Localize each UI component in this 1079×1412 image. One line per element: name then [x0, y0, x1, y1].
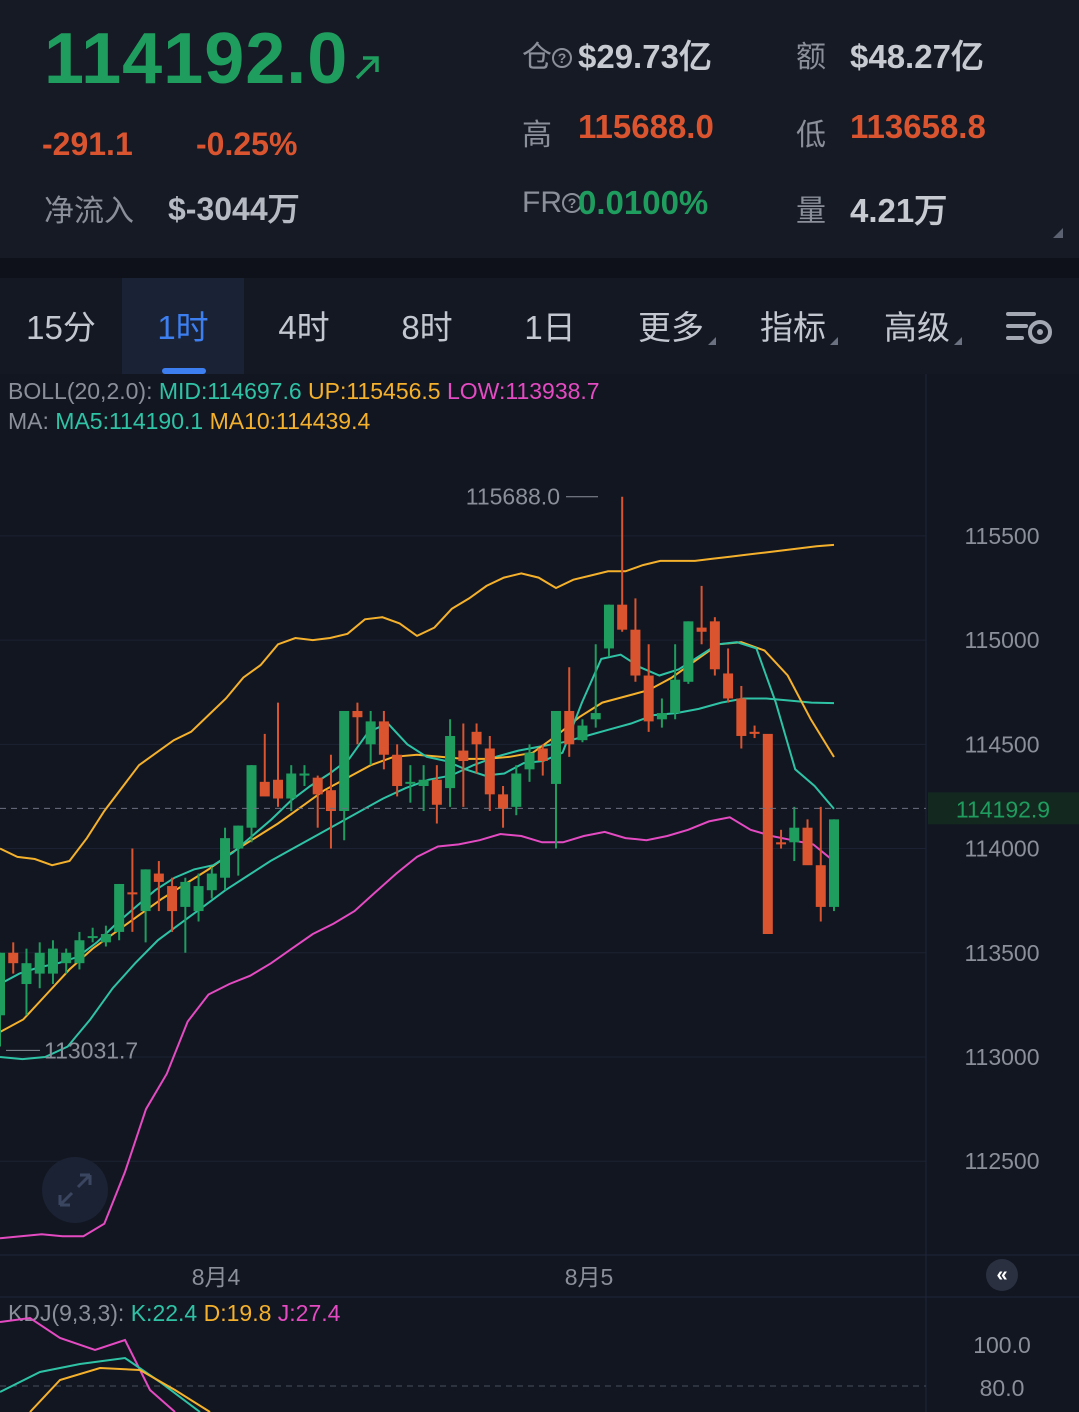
tab-8h[interactable]: 8时 — [364, 278, 490, 374]
divider — [0, 258, 1079, 278]
fullscreen-button[interactable] — [42, 1157, 108, 1223]
low-label: 低 — [796, 119, 826, 152]
volume-value: 4.21万 — [850, 192, 948, 229]
last-price: 114192.0 — [44, 19, 349, 99]
open-interest-value: $29.73亿 — [578, 38, 712, 75]
tab-1h[interactable]: 1时 — [122, 278, 244, 374]
tab-1d[interactable]: 1日 — [490, 278, 610, 374]
dropdown-caret-icon — [708, 337, 716, 345]
high-value: 115688.0 — [578, 108, 714, 145]
ticker-header: 114192.0 -291.1 -0.25% 净流入 $-3044万 仓? $2… — [0, 0, 1079, 258]
expand-icon — [58, 1173, 92, 1207]
boll-legend: BOLL(20,2.0): MID:114697.6 UP:115456.5 L… — [8, 378, 600, 404]
dropdown-caret-icon — [954, 337, 962, 345]
volume-label: 量 — [796, 195, 826, 228]
funding-rate-value: 0.0100% — [578, 184, 709, 221]
tab-advanced[interactable]: 高级 — [864, 278, 982, 374]
turnover-label: 额 — [796, 41, 826, 74]
chart-settings-icon[interactable] — [1004, 306, 1054, 348]
tab-more[interactable]: 更多 — [618, 278, 736, 374]
kdj-legend: KDJ(9,3,3): K:22.4 D:19.8 J:27.4 — [8, 1300, 341, 1326]
ma-legend: MA: MA5:114190.1 MA10:114439.4 — [8, 408, 371, 434]
open-interest-label[interactable]: 仓? — [522, 32, 572, 76]
interval-tabs: 15分 1时 4时 8时 1日 更多 指标 高级 — [0, 278, 1079, 374]
price-chart[interactable]: BOLL(20,2.0): MID:114697.6 UP:115456.5 L… — [0, 374, 1079, 1412]
price-change: -291.1 — [42, 126, 133, 162]
low-value: 113658.8 — [850, 108, 986, 145]
tab-indicators[interactable]: 指标 — [740, 278, 858, 374]
net-inflow-label: 净流入 — [44, 195, 134, 228]
up-arrow-icon — [355, 56, 379, 80]
scroll-to-latest-button[interactable]: « — [986, 1259, 1018, 1291]
funding-rate-label[interactable]: FR? — [522, 186, 582, 220]
net-inflow-value: $-3044万 — [168, 191, 300, 227]
high-label: 高 — [522, 119, 552, 152]
help-icon[interactable]: ? — [552, 48, 572, 68]
tab-4h[interactable]: 4时 — [244, 278, 364, 374]
dropdown-caret-icon — [830, 337, 838, 345]
expand-corner-icon[interactable] — [1053, 228, 1063, 238]
tab-15m[interactable]: 15分 — [0, 278, 122, 374]
price-change-pct: -0.25% — [196, 126, 298, 162]
turnover-value: $48.27亿 — [850, 38, 984, 75]
